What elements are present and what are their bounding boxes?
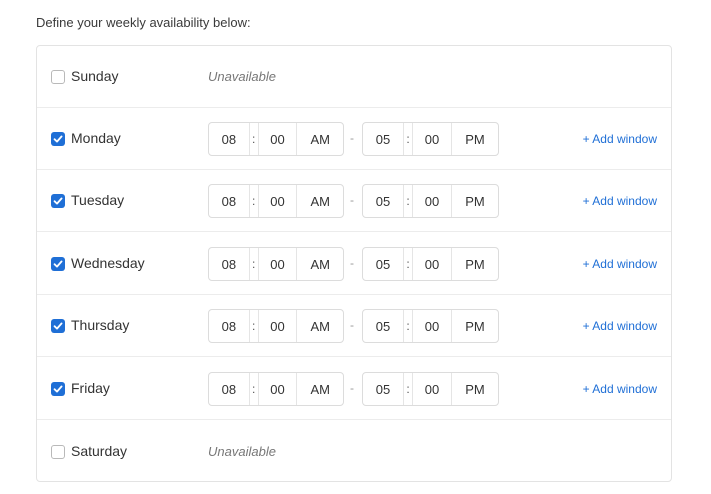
end-ampm-toggle[interactable]: PM: [451, 310, 498, 342]
monday-checkbox[interactable]: [51, 132, 65, 146]
day-row-thursday: Thursday 08 : 00 AM - 05 : 00 PM + Add w…: [37, 295, 671, 357]
saturday-checkbox[interactable]: [51, 445, 65, 459]
end-ampm-toggle[interactable]: PM: [451, 123, 498, 155]
start-ampm-toggle[interactable]: AM: [296, 310, 343, 342]
add-window-button-thursday[interactable]: + Add window: [583, 319, 657, 333]
start-ampm-toggle[interactable]: AM: [296, 373, 343, 405]
tuesday-end-time: 05 : 00 PM: [362, 184, 499, 218]
time-range-dash: -: [350, 193, 354, 207]
start-ampm-toggle[interactable]: AM: [296, 185, 343, 217]
friday-end-time: 05 : 00 PM: [362, 372, 499, 406]
time-range-dash: -: [350, 318, 354, 332]
time-range-dash: -: [350, 256, 354, 270]
monday-start-time: 08 : 00 AM: [208, 122, 344, 156]
end-minute-input[interactable]: 00: [413, 123, 451, 155]
monday-end-time: 05 : 00 PM: [362, 122, 499, 156]
tuesday-checkbox[interactable]: [51, 194, 65, 208]
day-row-sunday: Sunday Unavailable: [37, 46, 671, 108]
end-minute-input[interactable]: 00: [413, 185, 451, 217]
add-window-button-friday[interactable]: + Add window: [583, 382, 657, 396]
day-label-friday: Friday: [71, 380, 110, 396]
day-label-sunday: Sunday: [71, 68, 119, 84]
add-window-button-wednesday[interactable]: + Add window: [583, 257, 657, 271]
tuesday-start-time: 08 : 00 AM: [208, 184, 344, 218]
end-minute-input[interactable]: 00: [413, 248, 451, 280]
start-minute-input[interactable]: 00: [259, 185, 297, 217]
time-colon: :: [248, 373, 259, 405]
day-row-tuesday: Tuesday 08 : 00 AM - 05 : 00 PM + Add wi…: [37, 170, 671, 232]
time-colon: :: [248, 310, 259, 342]
end-hour-input[interactable]: 05: [363, 310, 403, 342]
day-row-saturday: Saturday Unavailable: [37, 421, 671, 481]
day-label-tuesday: Tuesday: [71, 192, 125, 208]
friday-start-time: 08 : 00 AM: [208, 372, 344, 406]
time-colon: :: [403, 185, 413, 217]
sunday-checkbox[interactable]: [51, 70, 65, 84]
start-minute-input[interactable]: 00: [259, 248, 297, 280]
thursday-end-time: 05 : 00 PM: [362, 309, 499, 343]
day-row-monday: Monday 08 : 00 AM - 05 : 00 PM + Add win…: [37, 108, 671, 170]
end-ampm-toggle[interactable]: PM: [451, 373, 498, 405]
checkmark-icon: [53, 135, 63, 143]
time-range-dash: -: [350, 131, 354, 145]
friday-checkbox[interactable]: [51, 382, 65, 396]
add-window-button-tuesday[interactable]: + Add window: [583, 194, 657, 208]
start-ampm-toggle[interactable]: AM: [296, 123, 343, 155]
unavailable-text-sunday: Unavailable: [208, 69, 276, 84]
day-label-saturday: Saturday: [71, 443, 128, 459]
start-hour-input[interactable]: 08: [209, 248, 249, 280]
end-minute-input[interactable]: 00: [413, 373, 451, 405]
time-range-dash: -: [350, 381, 354, 395]
wednesday-end-time: 05 : 00 PM: [362, 247, 499, 281]
end-hour-input[interactable]: 05: [363, 373, 403, 405]
add-window-button-monday[interactable]: + Add window: [583, 132, 657, 146]
end-ampm-toggle[interactable]: PM: [451, 248, 498, 280]
thursday-checkbox[interactable]: [51, 319, 65, 333]
start-minute-input[interactable]: 00: [259, 373, 297, 405]
time-colon: :: [403, 123, 413, 155]
checkmark-icon: [53, 260, 63, 268]
time-colon: :: [248, 248, 259, 280]
day-label-thursday: Thursday: [71, 317, 130, 333]
start-hour-input[interactable]: 08: [209, 310, 249, 342]
end-minute-input[interactable]: 00: [413, 310, 451, 342]
end-hour-input[interactable]: 05: [363, 185, 403, 217]
start-minute-input[interactable]: 00: [259, 310, 297, 342]
weekly-availability-card: Sunday Unavailable Monday 08 : 00 AM - 0…: [36, 45, 672, 482]
wednesday-checkbox[interactable]: [51, 257, 65, 271]
thursday-start-time: 08 : 00 AM: [208, 309, 344, 343]
start-hour-input[interactable]: 08: [209, 373, 249, 405]
unavailable-text-saturday: Unavailable: [208, 444, 276, 459]
start-hour-input[interactable]: 08: [209, 123, 249, 155]
time-colon: :: [403, 248, 413, 280]
start-minute-input[interactable]: 00: [259, 123, 297, 155]
day-row-friday: Friday 08 : 00 AM - 05 : 00 PM + Add win…: [37, 358, 671, 420]
end-ampm-toggle[interactable]: PM: [451, 185, 498, 217]
end-hour-input[interactable]: 05: [363, 248, 403, 280]
checkmark-icon: [53, 197, 63, 205]
end-hour-input[interactable]: 05: [363, 123, 403, 155]
start-ampm-toggle[interactable]: AM: [296, 248, 343, 280]
day-row-wednesday: Wednesday 08 : 00 AM - 05 : 00 PM + Add …: [37, 233, 671, 295]
time-colon: :: [248, 185, 259, 217]
day-label-wednesday: Wednesday: [71, 255, 145, 271]
wednesday-start-time: 08 : 00 AM: [208, 247, 344, 281]
checkmark-icon: [53, 322, 63, 330]
day-label-monday: Monday: [71, 130, 121, 146]
time-colon: :: [248, 123, 259, 155]
start-hour-input[interactable]: 08: [209, 185, 249, 217]
time-colon: :: [403, 310, 413, 342]
time-colon: :: [403, 373, 413, 405]
availability-instructions: Define your weekly availability below:: [36, 15, 251, 30]
checkmark-icon: [53, 385, 63, 393]
